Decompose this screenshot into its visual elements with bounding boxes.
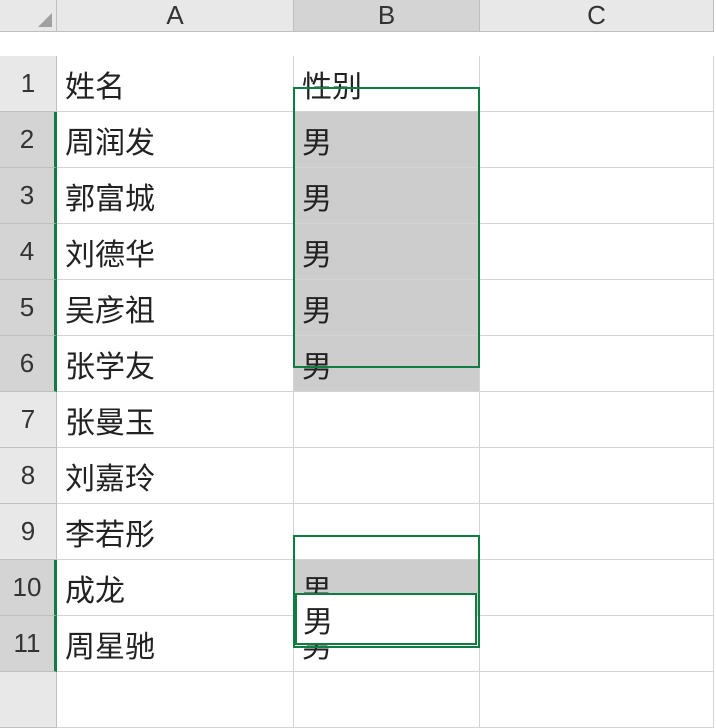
cell-C7[interactable] (480, 392, 714, 448)
cell-B1[interactable]: 性别 (294, 56, 480, 112)
cell-B9[interactable] (294, 504, 480, 560)
cell-A6[interactable]: 张学友 (57, 336, 294, 392)
row-header-6[interactable]: 6 (0, 336, 57, 392)
col-header-B[interactable]: B (294, 0, 480, 32)
row-header-7[interactable]: 7 (0, 392, 57, 448)
cell-C11[interactable] (480, 616, 714, 672)
col-header-A[interactable]: A (57, 0, 294, 32)
cell-A7[interactable]: 张曼玉 (57, 392, 294, 448)
cell-C5[interactable] (480, 280, 714, 336)
row-header-3[interactable]: 3 (0, 168, 57, 224)
cell-C3[interactable] (480, 168, 714, 224)
cell-B6[interactable]: 男 (294, 336, 480, 392)
cell-A4[interactable]: 刘德华 (57, 224, 294, 280)
cell-B4[interactable]: 男 (294, 224, 480, 280)
cell-A5[interactable]: 吴彦祖 (57, 280, 294, 336)
cell-C8[interactable] (480, 448, 714, 504)
cell-C1[interactable] (480, 56, 714, 112)
row-header-12[interactable] (0, 672, 57, 728)
cell-C12[interactable] (480, 672, 714, 728)
cell-A3[interactable]: 郭富城 (57, 168, 294, 224)
cell-A1[interactable]: 姓名 (57, 56, 294, 112)
row-header-10[interactable]: 10 (0, 560, 57, 616)
cell-B10[interactable]: 男 (294, 560, 480, 616)
cell-B11[interactable]: 男 (294, 616, 480, 672)
row-header-5[interactable]: 5 (0, 280, 57, 336)
cell-C6[interactable] (480, 336, 714, 392)
cell-B3[interactable]: 男 (294, 168, 480, 224)
row-header-9[interactable]: 9 (0, 504, 57, 560)
row-header-4[interactable]: 4 (0, 224, 57, 280)
row-header-2[interactable]: 2 (0, 112, 57, 168)
cell-C2[interactable] (480, 112, 714, 168)
row-header-1[interactable]: 1 (0, 56, 57, 112)
cell-B12[interactable] (294, 672, 480, 728)
cell-A2[interactable]: 周润发 (57, 112, 294, 168)
cell-A10[interactable]: 成龙 (57, 560, 294, 616)
cell-C4[interactable] (480, 224, 714, 280)
cell-A11[interactable]: 周星驰 (57, 616, 294, 672)
row-header-11[interactable]: 11 (0, 616, 57, 672)
cell-B8[interactable] (294, 448, 480, 504)
cell-C10[interactable] (480, 560, 714, 616)
cell-A8[interactable]: 刘嘉玲 (57, 448, 294, 504)
col-header-C[interactable]: C (480, 0, 714, 32)
cell-B2[interactable]: 男 (294, 112, 480, 168)
row-header-8[interactable]: 8 (0, 448, 57, 504)
cell-C9[interactable] (480, 504, 714, 560)
select-all-corner[interactable] (0, 0, 57, 32)
cell-B5[interactable]: 男 (294, 280, 480, 336)
cell-A9[interactable]: 李若彤 (57, 504, 294, 560)
cell-A12[interactable] (57, 672, 294, 728)
cell-B7[interactable] (294, 392, 480, 448)
